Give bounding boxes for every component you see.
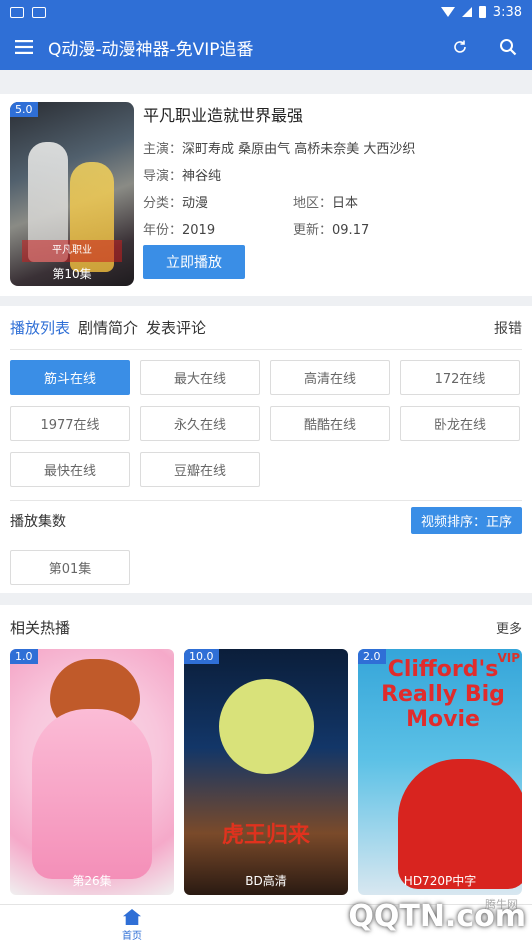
notification-icon [10,6,24,18]
detail-card: 平凡职业 5.0 第10集 平凡职业造就世界最强 主演： 深町寿成 桑原由气 高… [0,94,532,296]
tab-comments[interactable]: 发表评论 [146,317,206,338]
more-link[interactable]: 更多 [496,618,522,637]
source-button[interactable]: 豆瓣在线 [140,452,260,487]
source-button[interactable]: 卧龙在线 [400,406,520,441]
notification-icon [32,6,46,18]
update-label: 更新： [293,223,333,238]
source-button[interactable]: 最大在线 [140,360,260,395]
rating-badge: 1.0 [10,649,38,664]
region-value: 日本 [332,196,359,211]
menu-icon [15,40,33,54]
poster-title-art: 平凡职业 [22,240,122,262]
vip-badge: VIP [497,651,520,665]
year-row: 年份： 2019 更新：09.17 [143,217,522,244]
related-heading: 相关热播 [10,618,71,637]
play-now-button[interactable]: 立即播放 [143,245,245,279]
source-button[interactable]: 最快在线 [10,452,130,487]
source-button[interactable]: 酷酷在线 [270,406,390,441]
source-button[interactable]: 永久在线 [140,406,260,441]
search-icon [500,39,517,56]
show-title: 平凡职业造就世界最强 [143,106,304,125]
source-button[interactable]: 筋斗在线 [10,360,130,395]
episode-label: 第26集 [72,874,112,888]
home-icon [123,909,141,925]
poster-image[interactable]: 平凡职业 5.0 第10集 [10,102,134,286]
detail-tabs: 播放列表 剧情简介 发表评论 报错 [10,306,522,350]
nav-home-label: 首页 [122,931,142,942]
year-label: 年份： [143,223,183,238]
poster-title-art: Clifford's Really Big Movie [381,657,505,732]
watermark-logo: QQTN.com [348,898,526,934]
category-value: 动漫 [182,196,209,211]
quality-label: HD720P中字 [403,874,477,888]
director-value: 神谷纯 [182,169,222,184]
quality-label: BD高清 [245,874,287,888]
director-label: 导演： [143,169,183,184]
source-button[interactable]: 1977在线 [10,406,130,441]
search-button[interactable] [484,38,532,56]
menu-button[interactable] [0,40,48,54]
source-button[interactable]: 高清在线 [270,360,390,395]
tab-synopsis[interactable]: 剧情简介 [78,317,138,338]
playlist-card: 播放列表 剧情简介 发表评论 报错 筋斗在线 最大在线 高清在线 172在线 1… [0,306,532,593]
cast-row: 主演： 深町寿成 桑原由气 高桥未奈美 大西沙织 [143,136,522,163]
director-row: 导演： 神谷纯 [143,163,522,190]
wifi-icon [440,7,455,17]
related-item[interactable]: 1.0 第26集 [10,649,174,895]
app-bar: Q动漫-动漫神器-免VIP追番 [0,24,532,70]
refresh-icon [454,40,466,53]
related-item[interactable]: 虎王归来 10.0 BD高清 [184,649,348,895]
region-field: 地区：日本 [293,190,358,217]
report-button[interactable]: 报错 [494,318,522,338]
update-value: 09.17 [332,223,370,238]
episode-button[interactable]: 第01集 [10,550,130,585]
detail-meta: 平凡职业造就世界最强 主演： 深町寿成 桑原由气 高桥未奈美 大西沙织 导演： … [143,102,522,244]
related-item[interactable]: Clifford's Really Big Movie 2.0 VIP HD72… [358,649,522,895]
poster-title-art: 虎王归来 [221,823,310,848]
episode-label: 第10集 [52,267,92,281]
rating-badge: 2.0 [358,649,386,664]
sort-order-button[interactable]: 视频排序：正序 [410,507,522,534]
source-button[interactable]: 172在线 [400,360,520,395]
region-label: 地区： [293,196,333,211]
clock: 3:38 [492,4,522,20]
related-card: 相关热播 更多 1.0 第26集 虎王归来 10.0 BD高清 Clifford… [0,605,532,905]
rating-badge: 10.0 [184,649,219,664]
category-label: 分类： [143,196,183,211]
status-bar: 3:38 [0,0,532,24]
poster-figure [219,679,314,774]
related-header: 相关热播 更多 [10,605,522,649]
year-value: 2019 [182,223,216,238]
episodes-heading: 播放集数 [10,513,66,530]
poster-figure [398,759,522,889]
episodes-header: 播放集数 视频排序：正序 [10,500,522,540]
cast-value: 深町寿成 桑原由气 高桥未奈美 大西沙织 [182,142,416,157]
cast-label: 主演： [143,142,183,157]
category-row: 分类： 动漫 地区：日本 [143,190,522,217]
poster-figure [32,709,152,879]
nav-home[interactable]: 首页 [112,909,152,942]
source-grid: 筋斗在线 最大在线 高清在线 172在线 1977在线 永久在线 酷酷在线 卧龙… [10,360,522,487]
refresh-button[interactable] [436,39,484,55]
app-title: Q动漫-动漫神器-免VIP追番 [48,39,254,60]
system-icons: 3:38 [440,4,522,20]
tab-playlist[interactable]: 播放列表 [10,317,70,338]
signal-icon [461,7,472,17]
notification-icons [10,6,46,18]
rating-badge: 5.0 [10,102,38,117]
battery-icon [478,6,486,18]
update-field: 更新：09.17 [293,217,369,244]
